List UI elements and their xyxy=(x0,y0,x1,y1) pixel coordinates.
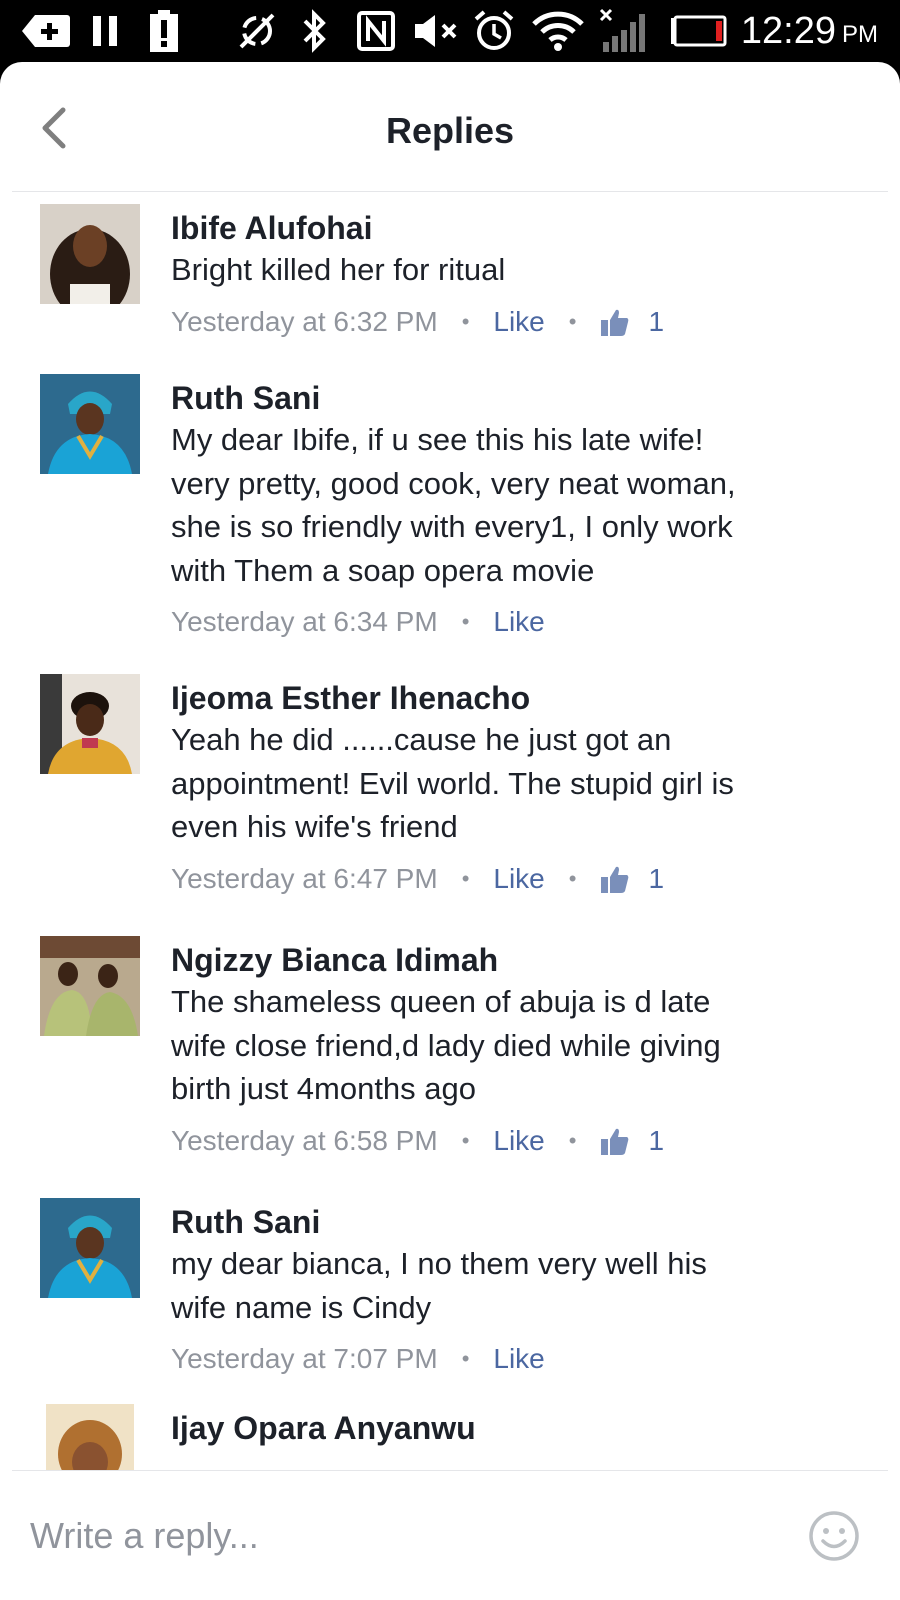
separator-dot: • xyxy=(461,865,470,891)
reply-author[interactable]: Ibife Alufohai xyxy=(171,208,871,248)
like-count[interactable]: 1 xyxy=(648,306,664,338)
reply-author[interactable]: Ngizzy Bianca Idimah xyxy=(171,940,871,980)
clock-time: 12:29 xyxy=(740,9,836,52)
reply-text: Yeah he did ......cause he just got an a… xyxy=(171,718,871,849)
reply-text-line: with Them a soap opera movie xyxy=(171,552,595,588)
reply-text-line: wife close friend,d lady died while givi… xyxy=(171,1027,721,1063)
reply-timestamp[interactable]: Yesterday at 6:34 PM xyxy=(171,606,438,638)
alarm-icon xyxy=(472,0,516,62)
replies-list[interactable]: Ibife Alufohai Bright killed her for rit… xyxy=(0,192,900,1531)
separator-dot: • xyxy=(461,609,470,634)
smiley-icon xyxy=(809,1511,859,1561)
like-button[interactable]: Like xyxy=(493,1125,544,1157)
reply-timestamp[interactable]: Yesterday at 6:58 PM xyxy=(171,1125,438,1157)
clock-ampm: PM xyxy=(842,21,878,48)
reply-author[interactable]: Ruth Sani xyxy=(171,1202,871,1242)
avatar[interactable] xyxy=(40,1198,140,1298)
thumbs-up-icon xyxy=(600,1126,630,1156)
avatar[interactable] xyxy=(40,936,140,1036)
reply-text-line: she is so friendly with every1, I only w… xyxy=(171,509,733,544)
nfc-icon xyxy=(356,0,396,62)
reply-text-line: very pretty, good cook, very neat woman, xyxy=(171,465,736,501)
divider xyxy=(12,1470,888,1471)
plus-notification-icon xyxy=(20,0,72,62)
battery-low-icon xyxy=(668,0,728,62)
reply-text-line: wife name is Cindy xyxy=(171,1289,432,1325)
reply-author[interactable]: Ijay Opara Anyanwu xyxy=(171,1408,871,1448)
pause-icon xyxy=(88,0,122,62)
alert-icon xyxy=(146,0,182,62)
sync-off-icon xyxy=(234,0,280,62)
reply-text-line: appointment! Evil world. The stupid girl… xyxy=(171,765,734,801)
like-count[interactable]: 1 xyxy=(648,1125,664,1157)
wifi-icon xyxy=(530,0,586,62)
separator-dot: • xyxy=(461,308,470,334)
avatar[interactable] xyxy=(40,374,140,474)
reply-timestamp[interactable]: Yesterday at 7:07 PM xyxy=(171,1343,438,1375)
page-title: Replies xyxy=(385,110,515,151)
reply-timestamp[interactable]: Yesterday at 6:47 PM xyxy=(171,863,438,895)
separator-dot: • xyxy=(568,1127,577,1153)
reply-text: The shameless queen of abuja is d late w… xyxy=(171,980,871,1111)
reply-content: Ibife Alufohai Bright killed her for rit… xyxy=(171,208,871,344)
reply-input[interactable] xyxy=(30,1506,730,1566)
separator-dot: • xyxy=(461,1346,470,1371)
like-button[interactable]: Like xyxy=(493,863,544,895)
avatar[interactable] xyxy=(40,204,140,304)
reply-text-line: my dear bianca, I no them very well his xyxy=(171,1246,707,1281)
reply-text: My dear Ibife, if u see this his late wi… xyxy=(171,418,871,592)
reply-text: Bright killed her for ritual xyxy=(171,248,871,292)
reply-author[interactable]: Ruth Sani xyxy=(171,378,871,418)
reply-author[interactable]: Ijeoma Esther Ihenacho xyxy=(171,678,871,718)
reply-text: my dear bianca, I no them very well his … xyxy=(171,1242,871,1329)
reply-content: Ijeoma Esther Ihenacho Yeah he did .....… xyxy=(171,678,871,901)
signal-icon xyxy=(598,0,648,62)
reply-content: Ruth Sani My dear Ibife, if u see this h… xyxy=(171,378,871,644)
emoji-button[interactable] xyxy=(808,1510,860,1562)
header: Replies xyxy=(0,62,900,192)
separator-dot: • xyxy=(461,1127,470,1153)
mute-icon xyxy=(412,0,462,62)
replies-sheet: Replies Ibife Alufohai Bright killed her… xyxy=(0,62,900,1600)
reply-text-line: even his wife's friend xyxy=(171,809,458,844)
like-button[interactable]: Like xyxy=(493,606,544,638)
reply-content: Ijay Opara Anyanwu xyxy=(171,1408,871,1448)
separator-dot: • xyxy=(568,865,577,891)
reply-meta: Yesterday at 7:07 PM • Like xyxy=(171,1337,871,1381)
avatar[interactable] xyxy=(40,674,140,774)
separator-dot: • xyxy=(568,308,577,334)
reply-content: Ruth Sani my dear bianca, I no them very… xyxy=(171,1202,871,1381)
reply-text-line: Bright killed her for ritual xyxy=(171,252,506,287)
reply-text-line: birth just 4months ago xyxy=(171,1071,477,1106)
like-button[interactable]: Like xyxy=(493,1343,544,1375)
reply-composer xyxy=(0,1470,900,1600)
bluetooth-icon xyxy=(298,0,332,62)
clock: 12:29 PM xyxy=(741,0,878,62)
reply-meta: Yesterday at 6:32 PM • Like • 1 xyxy=(171,300,871,344)
reply-text-line: The shameless queen of abuja is d late xyxy=(171,984,711,1019)
reply-meta: Yesterday at 6:47 PM • Like • 1 xyxy=(171,857,871,901)
like-button[interactable]: Like xyxy=(493,306,544,338)
reply-text-line: Yeah he did ......cause he just got an xyxy=(171,722,672,757)
reply-timestamp[interactable]: Yesterday at 6:32 PM xyxy=(171,306,438,338)
reply-meta: Yesterday at 6:58 PM • Like • 1 xyxy=(171,1119,871,1163)
like-count[interactable]: 1 xyxy=(648,863,664,895)
thumbs-up-icon xyxy=(600,307,630,337)
reply-content: Ngizzy Bianca Idimah The shameless queen… xyxy=(171,940,871,1163)
thumbs-up-icon xyxy=(600,864,630,894)
reply-text-line: My dear Ibife, if u see this his late wi… xyxy=(171,422,704,457)
status-bar: 12:29 PM xyxy=(0,0,900,62)
reply-meta: Yesterday at 6:34 PM • Like xyxy=(171,600,871,644)
